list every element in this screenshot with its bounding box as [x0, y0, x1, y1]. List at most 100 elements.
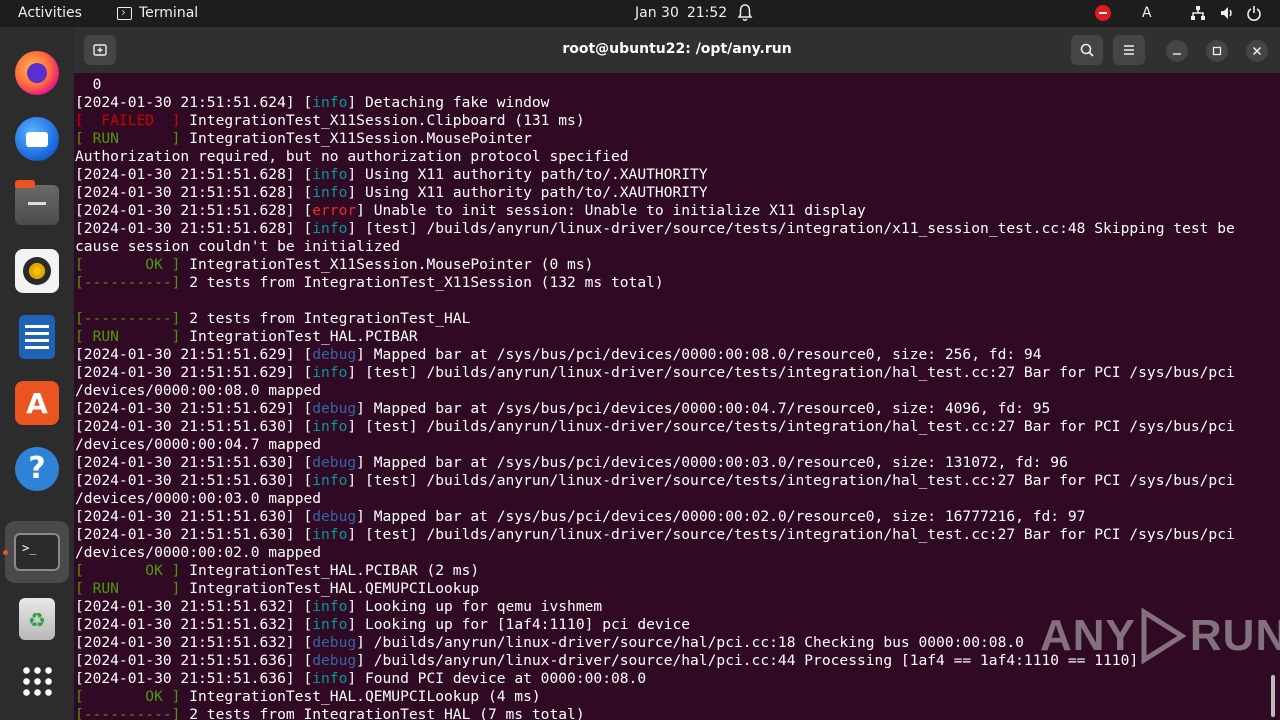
- line-tag: info: [312, 184, 348, 201]
- trash-icon: [19, 598, 55, 640]
- terminal-line: cause session couldn't be initialized: [75, 238, 1265, 256]
- scrollbar[interactable]: [1271, 675, 1275, 717]
- line-post: ] [test] /builds/anyrun/linux-driver/sou…: [347, 364, 1235, 381]
- line-text: 0: [75, 76, 102, 93]
- terminal-line: [----------] 2 tests from IntegrationTes…: [75, 274, 1265, 292]
- dock-thunderbird[interactable]: [5, 108, 69, 170]
- line-tag: debug: [312, 652, 357, 669]
- line-post: ] Looking up for qemu ivshmem: [347, 598, 603, 615]
- line-pre: [2024-01-30 21:51:51.630] [: [75, 526, 313, 543]
- terminal-line: [2024-01-30 21:51:51.630] [info] [test] …: [75, 418, 1265, 436]
- line-pre: [2024-01-30 21:51:51.630] [: [75, 418, 313, 435]
- dock-writer[interactable]: [5, 306, 69, 368]
- dock-software[interactable]: [5, 372, 69, 434]
- line-post: IntegrationTest_X11Session.Clipboard (13…: [180, 112, 585, 129]
- line-post: IntegrationTest_X11Session.MousePointer: [180, 130, 532, 147]
- line-pre: [2024-01-30 21:51:51.636] [: [75, 670, 313, 687]
- thunderbird-icon: [15, 117, 59, 161]
- terminal-line: /devices/0000:00:08.0 mapped: [75, 382, 1265, 400]
- line-post: ] [test] /builds/anyrun/linux-driver/sou…: [347, 220, 1235, 237]
- terminal-line: [2024-01-30 21:51:51.628] [info] Using X…: [75, 166, 1265, 184]
- libreoffice-writer-icon: [19, 315, 55, 359]
- terminal-line: [ RUN ] IntegrationTest_X11Session.Mouse…: [75, 130, 1265, 148]
- terminal-line: [2024-01-30 21:51:51.629] [debug] Mapped…: [75, 346, 1265, 364]
- line-pre: [2024-01-30 21:51:51.629] [: [75, 400, 313, 417]
- line-tag: debug: [312, 508, 357, 525]
- line-post: ] Mapped bar at /sys/bus/pci/devices/000…: [356, 508, 1086, 525]
- line-tag: [ FAILED ]: [75, 112, 181, 129]
- dock-help[interactable]: [5, 438, 69, 500]
- terminal-line: /devices/0000:00:03.0 mapped: [75, 490, 1265, 508]
- volume-icon[interactable]: [1219, 5, 1235, 21]
- line-tag: info: [312, 472, 348, 489]
- watermark-text-run: RUN: [1189, 611, 1280, 660]
- terminal-line: [2024-01-30 21:51:51.628] [info] Using X…: [75, 184, 1265, 202]
- line-post: IntegrationTest_X11Session.MousePointer …: [180, 256, 594, 273]
- help-icon: [15, 447, 59, 491]
- line-post: 2 tests from IntegrationTest_X11Session …: [180, 274, 664, 291]
- dock-trash[interactable]: [5, 588, 69, 650]
- notification-bell-icon[interactable]: [737, 4, 753, 22]
- clock[interactable]: Jan 30 21:52: [635, 5, 727, 21]
- line-pre: [2024-01-30 21:51:51.630] [: [75, 472, 313, 489]
- line-tag: info: [312, 598, 348, 615]
- menu-button[interactable]: [1113, 35, 1145, 65]
- line-tag: [ OK ]: [75, 688, 181, 705]
- terminal-line: [ OK ] IntegrationTest_X11Session.MouseP…: [75, 256, 1265, 274]
- line-pre: [2024-01-30 21:51:51.629] [: [75, 346, 313, 363]
- line-tag: [ OK ]: [75, 562, 181, 579]
- line-post: ] [test] /builds/anyrun/linux-driver/sou…: [347, 418, 1235, 435]
- input-source-indicator[interactable]: A: [1142, 5, 1152, 21]
- minimize-button[interactable]: [1166, 40, 1188, 62]
- terminal-line: /devices/0000:00:02.0 mapped: [75, 544, 1265, 562]
- line-post: IntegrationTest_HAL.QEMUPCILookup: [180, 580, 480, 597]
- line-post: ] Detaching fake window: [347, 94, 550, 111]
- terminal-line: [2024-01-30 21:51:51.629] [info] [test] …: [75, 364, 1265, 382]
- terminal-line: [----------] 2 tests from IntegrationTes…: [75, 310, 1265, 328]
- line-tag: [ RUN ]: [75, 328, 181, 345]
- line-post: IntegrationTest_HAL.PCIBAR: [180, 328, 418, 345]
- line-post: ] Mapped bar at /sys/bus/pci/devices/000…: [356, 454, 1068, 471]
- terminal-line: [2024-01-30 21:51:51.630] [info] [test] …: [75, 472, 1265, 490]
- line-post: ] Mapped bar at /sys/bus/pci/devices/000…: [356, 346, 1042, 363]
- line-post: IntegrationTest_HAL.PCIBAR (2 ms): [180, 562, 480, 579]
- close-icon: [1252, 46, 1262, 56]
- line-tag: debug: [312, 634, 357, 651]
- recording-indicator-icon[interactable]: [1095, 5, 1111, 21]
- line-pre: [2024-01-30 21:51:51.630] [: [75, 508, 313, 525]
- line-tag: info: [312, 418, 348, 435]
- dock-terminal[interactable]: [3, 521, 69, 583]
- line-tag: info: [312, 616, 348, 633]
- maximize-icon: [1212, 46, 1222, 56]
- line-tag: info: [312, 94, 348, 111]
- line-post: 2 tests from IntegrationTest_HAL (7 ms t…: [180, 706, 585, 720]
- line-post: ] Found PCI device at 0000:00:08.0: [347, 670, 647, 687]
- app-menu[interactable]: Terminal: [117, 5, 198, 21]
- network-icon[interactable]: [1190, 5, 1206, 21]
- line-post: ] Using X11 authority path/to/.XAUTHORIT…: [347, 166, 708, 183]
- power-icon[interactable]: [1246, 5, 1262, 21]
- line-post: ] [test] /builds/anyrun/linux-driver/sou…: [347, 526, 1235, 543]
- line-pre: [2024-01-30 21:51:51.629] [: [75, 364, 313, 381]
- line-post: ] Using X11 authority path/to/.XAUTHORIT…: [347, 184, 708, 201]
- dock: [0, 27, 74, 720]
- maximize-button[interactable]: [1206, 40, 1228, 62]
- dock-firefox[interactable]: [5, 42, 69, 104]
- line-tag: [ RUN ]: [75, 580, 181, 597]
- line-pre: [2024-01-30 21:51:51.628] [: [75, 184, 313, 201]
- line-pre: [2024-01-30 21:51:51.628] [: [75, 202, 313, 219]
- activities-button[interactable]: Activities: [18, 5, 82, 21]
- line-tag: debug: [312, 400, 357, 417]
- line-pre: [2024-01-30 21:51:51.628] [: [75, 220, 313, 237]
- close-button[interactable]: [1246, 40, 1268, 62]
- terminal-app-icon: [117, 6, 132, 20]
- dock-files[interactable]: [5, 174, 69, 236]
- terminal-line: [----------] 2 tests from IntegrationTes…: [75, 706, 1265, 720]
- line-post: ] /builds/anyrun/linux-driver/source/hal…: [356, 652, 1139, 669]
- clock-date: Jan 30: [635, 5, 679, 21]
- search-button[interactable]: [1071, 35, 1103, 65]
- dock-rhythmbox[interactable]: [5, 240, 69, 302]
- show-applications-button[interactable]: [5, 650, 69, 712]
- line-tag: info: [312, 220, 348, 237]
